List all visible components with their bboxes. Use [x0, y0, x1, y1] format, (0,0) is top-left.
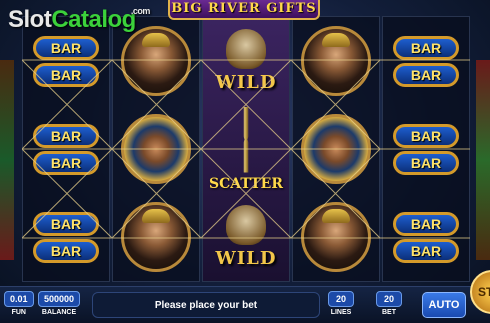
reel-5: BAR BAR BAR BAR BAR BAR — [382, 16, 470, 282]
lines-selector[interactable]: 20 LINES — [328, 291, 354, 316]
reel-3: WILD SCATTER WILD — [202, 16, 290, 282]
wild-skull-icon — [226, 29, 266, 69]
balance-indicator: 500000 BALANCE — [38, 291, 81, 316]
game-title: BIG RIVER GIFTS — [168, 0, 320, 20]
watermark-logo: SlotCatalog .com — [8, 6, 150, 34]
bar-symbol: BAR — [33, 150, 99, 175]
wild-skull-icon — [226, 205, 266, 245]
control-panel: 0.01 FUN 500000 BALANCE Please place you… — [0, 286, 490, 323]
bar-symbol: BAR — [393, 62, 459, 87]
fun-indicator[interactable]: 0.01 FUN — [4, 291, 34, 316]
bar-symbol: BAR — [393, 211, 459, 236]
bet-selector[interactable]: 20 BET — [376, 291, 402, 316]
queen-symbol — [121, 26, 191, 96]
bar-symbol: BAR — [33, 211, 99, 236]
symbol-cell — [293, 193, 379, 281]
bar-symbol: BAR — [393, 123, 459, 148]
slot-game: SlotCatalog .com BIG RIVER GIFTS BAR BAR B… — [0, 0, 490, 323]
symbol-cell: WILD — [203, 193, 289, 281]
bet-value: 20 — [376, 291, 402, 307]
pharaoh-symbol — [121, 114, 191, 184]
symbol-cell: BAR BAR — [23, 193, 109, 281]
left-decoration — [0, 60, 14, 260]
queen-symbol — [301, 26, 371, 96]
fun-value: 0.01 — [4, 291, 34, 307]
fun-label: FUN — [11, 309, 26, 316]
symbol-cell — [293, 105, 379, 193]
scatter-label: SCATTER — [209, 175, 283, 192]
symbol-cell: BAR BAR — [383, 105, 469, 193]
symbol-cell — [293, 17, 379, 105]
symbol-cell — [113, 105, 199, 193]
queen-symbol — [301, 202, 371, 272]
watermark-suffix: Catalog — [51, 6, 136, 33]
balance-value: 500000 — [38, 291, 81, 307]
symbol-cell: WILD — [203, 17, 289, 105]
reel-grid: BAR BAR BAR BAR BAR BAR WILD SCATTER WILD BAR BAR B… — [22, 16, 470, 282]
right-decoration — [476, 60, 490, 260]
reel-4 — [292, 16, 380, 282]
wild-label: WILD — [215, 72, 277, 93]
symbol-cell: BAR BAR — [383, 193, 469, 281]
reel-2 — [112, 16, 200, 282]
balance-label: BALANCE — [41, 309, 77, 316]
symbol-cell: BAR BAR — [23, 105, 109, 193]
auto-button[interactable]: AUTO — [422, 292, 466, 318]
lines-label: LINES — [330, 309, 352, 316]
lines-value: 20 — [328, 291, 354, 307]
bet-label: BET — [382, 309, 396, 316]
queen-symbol — [121, 202, 191, 272]
wild-label: WILD — [215, 248, 277, 269]
watermark-prefix: Slot — [8, 6, 52, 33]
bar-symbol: BAR — [33, 123, 99, 148]
status-message: Please place your bet — [92, 292, 320, 318]
watermark-domain: .com — [130, 6, 151, 16]
pharaoh-symbol — [301, 114, 371, 184]
bar-symbol: BAR — [33, 62, 99, 87]
symbol-cell: BAR BAR — [383, 17, 469, 105]
bar-symbol: BAR — [393, 35, 459, 60]
symbol-cell: SCATTER — [203, 105, 289, 193]
reel-1: BAR BAR BAR BAR BAR BAR — [22, 16, 110, 282]
hourglass-icon — [232, 106, 260, 173]
bar-symbol: BAR — [393, 150, 459, 175]
symbol-cell — [113, 193, 199, 281]
bar-symbol: BAR — [33, 238, 99, 263]
bar-symbol: BAR — [33, 35, 99, 60]
bar-symbol: BAR — [393, 238, 459, 263]
